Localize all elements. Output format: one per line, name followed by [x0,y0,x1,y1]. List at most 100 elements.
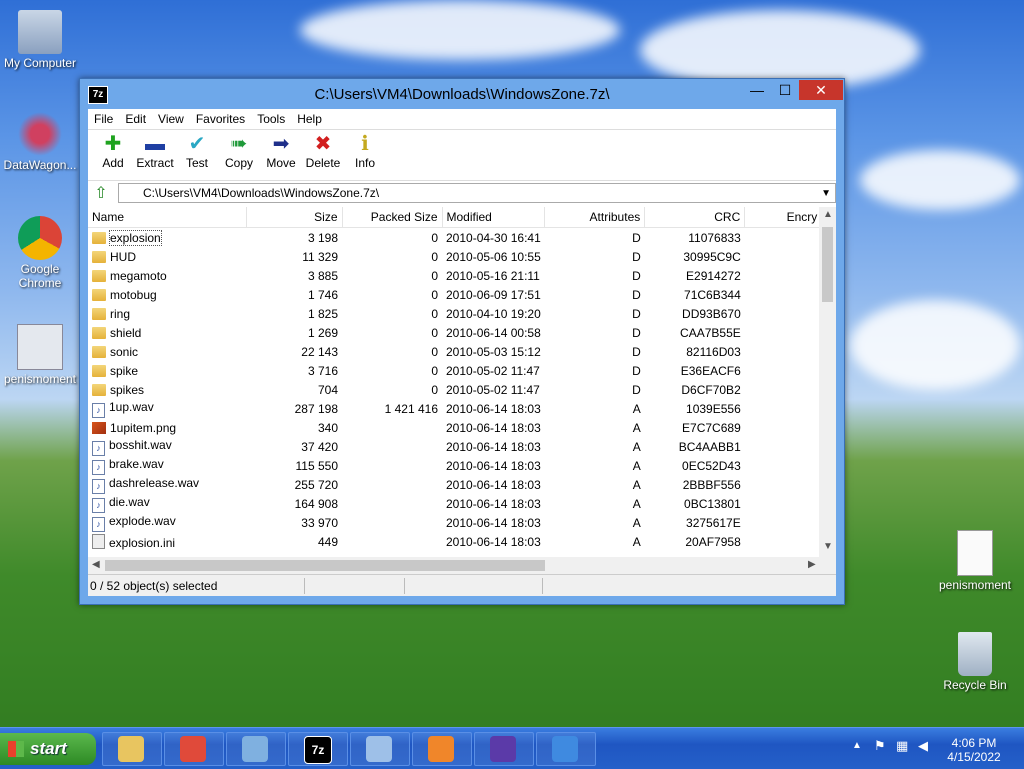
tray-expand-icon[interactable]: ▲ [852,740,862,751]
desktop-icon-penismoment-shortcut[interactable]: penismoment [0,324,80,386]
cell-modified: 2010-06-14 18:03 [446,439,541,454]
desktop-icon-label: My Computer [3,56,77,70]
vertical-scroll-thumb[interactable] [822,227,833,302]
minus-icon: ▬ [145,133,165,155]
column-header-size[interactable]: Size [246,207,343,228]
scroll-right-icon[interactable]: ▶ [808,559,816,570]
volume-muted-icon[interactable]: ◀ [918,738,928,754]
info-button[interactable]: ℹ Info [344,130,386,180]
table-row[interactable]: spike 3 716 0 2010-05-02 11:47 D E36EACF6 [88,361,822,380]
desktop-icon-penismoment-file[interactable]: penismoment [935,530,1015,592]
column-header-attributes[interactable]: Attributes [544,207,646,228]
cell-modified: 2010-06-09 17:51 [446,287,541,302]
desktop-icon-label: penismoment [938,578,1012,592]
desktop-icon-datawagon[interactable]: DataWagon... [0,112,80,172]
table-row[interactable]: ♪ brake.wav 115 550 2010-06-14 18:03 A 0EC52D… [88,456,822,475]
taskbar-app-firefox[interactable] [412,732,472,766]
cell-attributes: A [632,496,641,511]
taskbar-app-chrome[interactable] [164,732,224,766]
menu-view[interactable]: View [152,109,190,129]
network-icon[interactable]: ▦ [896,738,908,754]
cell-size: 287 198 [294,401,338,416]
delete-button[interactable]: ✖ Delete [302,130,344,180]
cell-size: 33 970 [301,515,338,530]
settings-gear-icon [17,324,63,370]
table-row[interactable]: shield 1 269 0 2010-06-14 00:58 D CAA7B55E [88,323,822,342]
table-row[interactable]: ring 1 825 0 2010-04-10 19:20 D DD93B670 [88,304,822,323]
taskbar-app-sun-brightness[interactable] [536,732,596,766]
cell-packed-size [342,475,442,494]
column-header-packed-size[interactable]: Packed Size [342,207,443,228]
column-header-modified[interactable]: Modified [442,207,546,228]
cell-crc: 0BC13801 [684,496,741,511]
move-button[interactable]: ➡ Move [260,130,302,180]
cell-attributes: D [632,363,641,378]
table-row[interactable]: megamoto 3 885 0 2010-05-16 21:11 D E2914272 [88,266,822,285]
desktop-icon-google-chrome[interactable]: Google Chrome [0,216,80,290]
table-row[interactable]: explosion.ini 449 2010-06-14 18:03 A 20AF795… [88,532,822,551]
scroll-left-icon[interactable]: ◀ [92,559,100,570]
maximize-button[interactable]: ☐ [771,80,799,100]
column-header-name[interactable]: Name [88,207,247,228]
table-row[interactable]: spikes 704 0 2010-05-02 11:47 D D6CF70B2 [88,380,822,399]
action-center-flag-icon[interactable]: ⚑ [874,738,886,754]
copy-button[interactable]: ➠ Copy [218,130,260,180]
taskbar-app-trophy[interactable] [474,732,534,766]
cell-attributes: A [632,534,641,549]
desktop-icon-my-computer[interactable]: My Computer [0,10,80,70]
chevron-down-icon[interactable]: ▼ [821,184,831,204]
column-header-crc[interactable]: CRC [644,207,746,228]
menu-favorites[interactable]: Favorites [190,109,251,129]
title-bar[interactable]: 7z C:\Users\VM4\Downloads\WindowsZone.7z… [80,79,844,109]
file-name: die.wav [109,494,150,509]
menu-file[interactable]: File [88,109,119,129]
table-row[interactable]: HUD 11 329 0 2010-05-06 10:55 D 30995C9C [88,247,822,266]
horizontal-scrollbar[interactable]: ◀ ▶ [88,557,836,574]
menu-tools[interactable]: Tools [251,109,291,129]
add-button[interactable]: ✚ Add [92,130,134,180]
test-button[interactable]: ✔ Test [176,130,218,180]
folder-icon [92,383,106,396]
table-row[interactable]: ♪ bosshit.wav 37 420 2010-06-14 18:03 A BC4AA… [88,437,822,456]
file-list: Name Size Packed Size Modified Attribute… [88,207,836,557]
desktop-icon-recycle-bin[interactable]: Recycle Bin [935,632,1015,692]
address-input[interactable]: C:\Users\VM4\Downloads\WindowsZone.7z\ ▼ [118,183,836,203]
cell-name: ♪ bosshit.wav [88,437,246,456]
start-button[interactable]: start [0,733,96,765]
horizontal-scroll-thumb[interactable] [105,560,545,571]
extract-button[interactable]: ▬ Extract [134,130,176,180]
table-row[interactable]: sonic 22 143 0 2010-05-03 15:12 D 82116D03 [88,342,822,361]
scroll-up-icon[interactable]: ▲ [823,209,833,220]
column-header-encrypted[interactable]: Encry [744,207,823,228]
clock[interactable]: 4:06 PM 4/15/2022 [934,736,1014,764]
table-row[interactable]: ♪ 1up.wav 287 198 1 421 416 2010-06-14 18:03… [88,399,822,418]
table-row[interactable]: ♪ die.wav 164 908 2010-06-14 18:03 A 0BC13801 [88,494,822,513]
folder-icon [92,326,106,339]
table-row[interactable]: ♪ explode.wav 33 970 2010-06-14 18:03 A 32756… [88,513,822,532]
taskbar-app-7zip[interactable]: 7z [288,732,348,766]
menu-help[interactable]: Help [291,109,328,129]
minimize-button[interactable]: — [743,80,771,100]
file-name: ring [110,306,131,321]
cell-attributes: D [632,249,641,264]
taskbar-app-control-panel[interactable] [226,732,286,766]
scroll-down-icon[interactable]: ▼ [823,541,833,552]
cell-crc: E2914272 [686,268,741,283]
menu-edit[interactable]: Edit [119,109,152,129]
table-row[interactable]: motobug 1 746 0 2010-06-09 17:51 D 71C6B344 [88,285,822,304]
table-row[interactable]: ♪ dashrelease.wav 255 720 2010-06-14 18:03 A… [88,475,822,494]
vertical-scrollbar[interactable]: ▲ ▼ [819,207,836,557]
up-folder-icon[interactable]: ⇧ [92,185,110,203]
close-button[interactable]: ✕ [799,80,843,100]
taskbar-app-performance-monitor[interactable] [350,732,410,766]
table-row[interactable]: explosion 3 198 0 2010-04-30 16:41 D 11076833 [88,228,822,248]
cell-name: shield [88,323,246,342]
desktop-icon-label: Recycle Bin [943,678,1007,692]
taskbar-app-file-explorer[interactable] [102,732,162,766]
table-row[interactable]: 1upitem.png 340 2010-06-14 18:03 A E7C7C689 [88,418,822,437]
cell-crc: 20AF7958 [685,534,741,549]
file-name: explosion.ini [109,535,176,550]
cell-packed-size [342,494,442,513]
file-name: brake.wav [109,456,164,471]
chrome-icon [18,216,62,260]
